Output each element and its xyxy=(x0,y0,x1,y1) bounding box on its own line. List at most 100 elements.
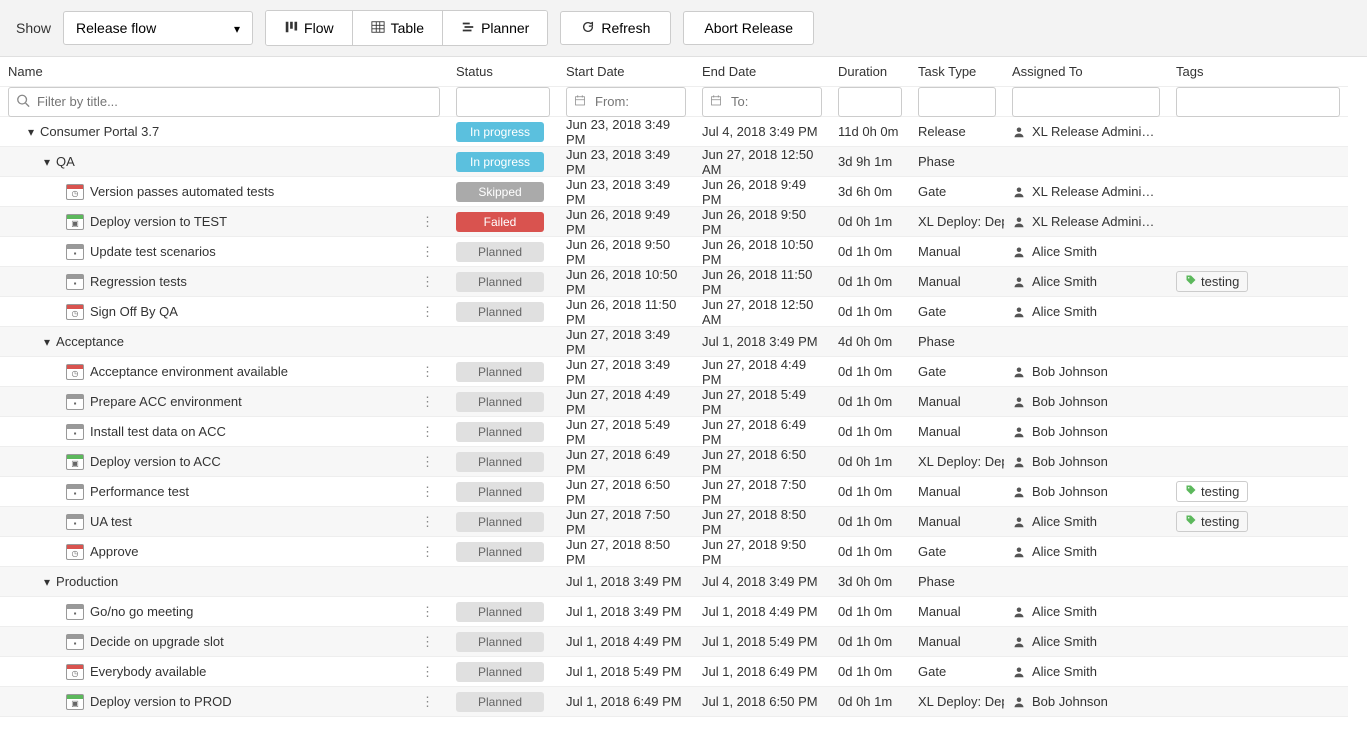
status-cell: Planned xyxy=(448,297,558,327)
col-end[interactable]: End Date xyxy=(694,57,830,87)
start-date-cell: Jul 1, 2018 5:49 PM xyxy=(558,657,694,687)
assigned-user: Alice Smith xyxy=(1032,274,1097,289)
duration-cell: 0d 1h 0m xyxy=(830,477,910,507)
duration-cell: 0d 1h 0m xyxy=(830,657,910,687)
task-name[interactable]: Decide on upgrade slot xyxy=(90,634,224,649)
row-menu-icon[interactable]: ⋮ xyxy=(415,694,440,710)
end-date-cell: Jun 26, 2018 9:50 PM xyxy=(694,207,830,237)
task-name[interactable]: Regression tests xyxy=(90,274,187,289)
filter-tasktype-input[interactable] xyxy=(918,87,996,117)
duration-cell: 11d 0h 0m xyxy=(830,117,910,147)
task-name[interactable]: Update test scenarios xyxy=(90,244,216,259)
duration-cell: 0d 1h 0m xyxy=(830,627,910,657)
tags-cell xyxy=(1168,447,1348,477)
row-menu-icon[interactable]: ⋮ xyxy=(415,274,440,290)
end-date-cell: Jun 27, 2018 12:50 AM xyxy=(694,297,830,327)
col-name[interactable]: Name xyxy=(0,57,448,87)
tag[interactable]: testing xyxy=(1176,511,1248,532)
tags-cell xyxy=(1168,177,1348,207)
row-menu-icon[interactable]: ⋮ xyxy=(415,424,440,440)
row-menu-icon[interactable]: ⋮ xyxy=(415,604,440,620)
row-menu-icon[interactable]: ⋮ xyxy=(415,244,440,260)
task-name[interactable]: Prepare ACC environment xyxy=(90,394,242,409)
start-date-cell: Jun 27, 2018 6:50 PM xyxy=(558,477,694,507)
task-name[interactable]: Consumer Portal 3.7 xyxy=(40,124,159,139)
expand-toggle-icon[interactable] xyxy=(44,154,50,169)
name-cell: Acceptance xyxy=(0,327,448,357)
filter-title-input[interactable] xyxy=(8,87,440,117)
tasktype-cell: Release xyxy=(910,117,1004,147)
assigned-cell: Alice Smith xyxy=(1004,627,1168,657)
tag[interactable]: testing xyxy=(1176,271,1248,292)
task-name[interactable]: Acceptance environment available xyxy=(90,364,288,379)
name-cell: Production xyxy=(0,567,448,597)
row-menu-icon[interactable]: ⋮ xyxy=(415,544,440,560)
assigned-cell: Bob Johnson xyxy=(1004,387,1168,417)
task-type-icon: ▪ xyxy=(66,424,84,440)
flow-button[interactable]: Flow xyxy=(266,11,353,45)
tags-cell xyxy=(1168,597,1348,627)
expand-toggle-icon[interactable] xyxy=(28,124,34,139)
end-date-cell: Jun 27, 2018 7:50 PM xyxy=(694,477,830,507)
status-cell: Planned xyxy=(448,417,558,447)
row-menu-icon[interactable]: ⋮ xyxy=(415,634,440,650)
assigned-user: Bob Johnson xyxy=(1032,424,1108,439)
status-cell: Skipped xyxy=(448,177,558,207)
row-menu-icon[interactable]: ⋮ xyxy=(415,304,440,320)
task-name[interactable]: Performance test xyxy=(90,484,189,499)
status-cell: Planned xyxy=(448,357,558,387)
view-select[interactable]: Release flow xyxy=(63,11,253,45)
row-menu-icon[interactable]: ⋮ xyxy=(415,664,440,680)
row-menu-icon[interactable]: ⋮ xyxy=(415,364,440,380)
task-name[interactable]: Version passes automated tests xyxy=(90,184,274,199)
col-duration[interactable]: Duration xyxy=(830,57,910,87)
task-name[interactable]: Deploy version to ACC xyxy=(90,454,221,469)
expand-toggle-icon[interactable] xyxy=(44,574,50,589)
task-name[interactable]: Install test data on ACC xyxy=(90,424,226,439)
col-tasktype[interactable]: Task Type xyxy=(910,57,1004,87)
tag-label: testing xyxy=(1201,514,1239,529)
refresh-icon xyxy=(581,20,595,37)
row-menu-icon[interactable]: ⋮ xyxy=(415,484,440,500)
task-name[interactable]: Go/no go meeting xyxy=(90,604,193,619)
tag[interactable]: testing xyxy=(1176,481,1248,502)
task-name[interactable]: Deploy version to PROD xyxy=(90,694,232,709)
expand-toggle-icon[interactable] xyxy=(44,334,50,349)
task-name[interactable]: Everybody available xyxy=(90,664,206,679)
task-type-icon: ▪ xyxy=(66,634,84,650)
tags-cell xyxy=(1168,687,1348,717)
tasktype-cell: Phase xyxy=(910,147,1004,177)
row-menu-icon[interactable]: ⋮ xyxy=(415,514,440,530)
col-status[interactable]: Status xyxy=(448,57,558,87)
start-date-cell: Jun 26, 2018 10:50 PM xyxy=(558,267,694,297)
task-name[interactable]: Sign Off By QA xyxy=(90,304,178,319)
task-name[interactable]: Deploy version to TEST xyxy=(90,214,227,229)
col-assigned[interactable]: Assigned To xyxy=(1004,57,1168,87)
row-menu-icon[interactable]: ⋮ xyxy=(415,394,440,410)
row-menu-icon[interactable]: ⋮ xyxy=(415,214,440,230)
row-menu-icon[interactable]: ⋮ xyxy=(415,454,440,470)
status-badge: Planned xyxy=(456,512,544,532)
filter-assigned-input[interactable] xyxy=(1012,87,1160,117)
task-name[interactable]: UA test xyxy=(90,514,132,529)
user-icon xyxy=(1012,245,1026,259)
col-start[interactable]: Start Date xyxy=(558,57,694,87)
status-cell: Planned xyxy=(448,267,558,297)
planner-button[interactable]: Planner xyxy=(443,11,547,45)
start-date-cell: Jun 27, 2018 3:49 PM xyxy=(558,327,694,357)
task-name[interactable]: Approve xyxy=(90,544,138,559)
col-tags[interactable]: Tags xyxy=(1168,57,1348,87)
refresh-button[interactable]: Refresh xyxy=(560,11,671,45)
filter-status-input[interactable] xyxy=(456,87,550,117)
duration-cell: 0d 1h 0m xyxy=(830,537,910,567)
task-name[interactable]: Production xyxy=(56,574,118,589)
abort-release-button[interactable]: Abort Release xyxy=(683,11,814,45)
tags-cell xyxy=(1168,567,1348,597)
table-button[interactable]: Table xyxy=(353,11,443,45)
filter-duration-input[interactable] xyxy=(838,87,902,117)
show-label: Show xyxy=(16,20,51,36)
task-name[interactable]: Acceptance xyxy=(56,334,124,349)
task-name[interactable]: QA xyxy=(56,154,75,169)
task-type-icon: ▣ xyxy=(66,454,84,470)
filter-tags-input[interactable] xyxy=(1176,87,1340,117)
